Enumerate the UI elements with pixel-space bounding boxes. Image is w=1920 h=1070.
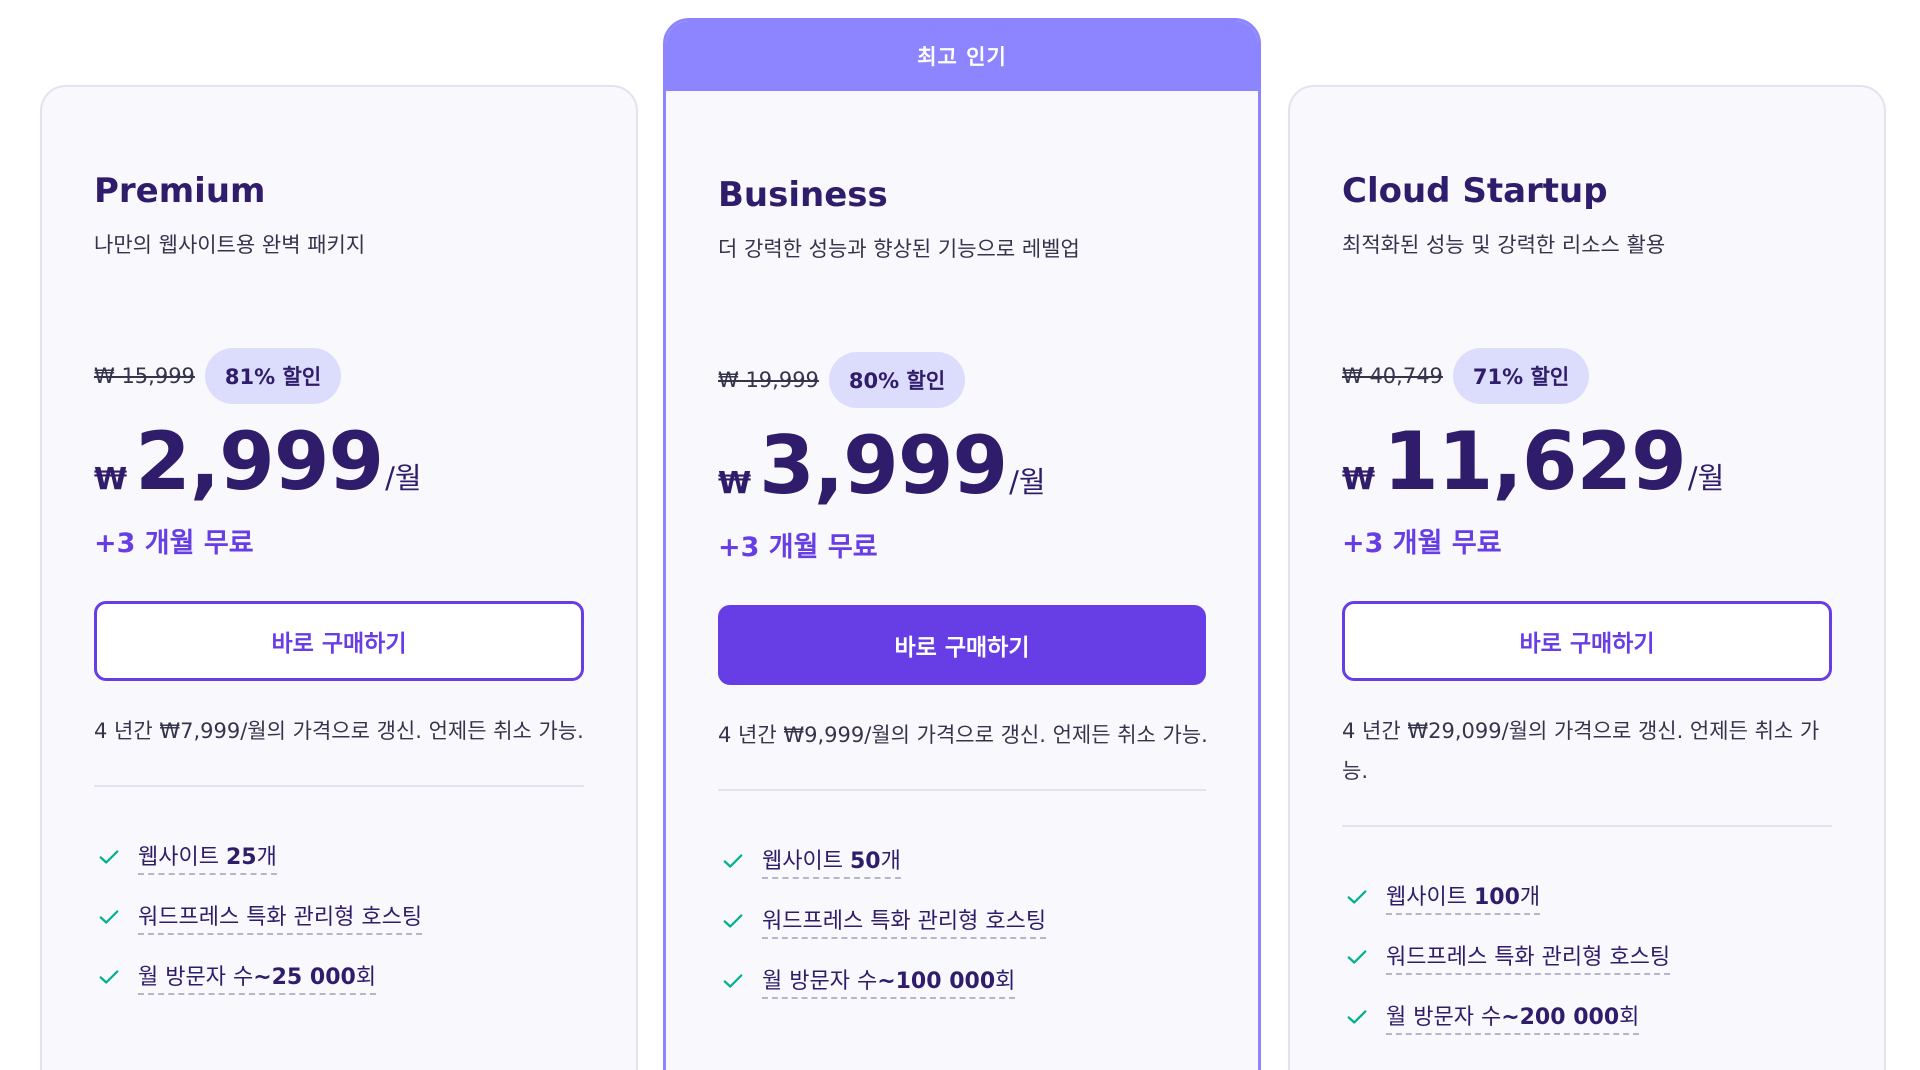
- feature-item: 월 방문자 수~100 000회: [718, 951, 1206, 1011]
- feature-text[interactable]: 월 방문자 수~100 000회: [762, 963, 1016, 999]
- feature-item: 웹사이트 25개: [94, 827, 584, 887]
- plan-description: 더 강력한 성능과 향상된 기능으로 레벨업: [718, 237, 1080, 261]
- feature-text[interactable]: 워드프레스 특화 관리형 호스팅: [1386, 939, 1671, 975]
- check-icon: [99, 970, 119, 984]
- price-row: ₩ 15,999 81% 할인: [94, 345, 584, 407]
- feature-text[interactable]: 월 방문자 수~200 000회: [1386, 999, 1640, 1035]
- plan-card-business: 최고 인기 Business 더 강력한 성능과 향상된 기능으로 레벨업 ₩ …: [663, 18, 1261, 1070]
- plan-name: Premium: [94, 171, 266, 211]
- check-icon: [99, 910, 119, 924]
- feature-item: 워드프레스 특화 관리형 호스팅: [1342, 927, 1832, 987]
- check-icon: [99, 850, 119, 864]
- feature-text[interactable]: 웹사이트 25개: [138, 839, 277, 875]
- discount-badge: 71% 할인: [1452, 348, 1590, 404]
- price-amount: 11,629: [1383, 415, 1687, 508]
- price-amount: 3,999: [759, 419, 1008, 512]
- renewal-note: 4 년간 ₩7,999/월의 가격으로 갱신. 언제든 취소 가능.: [94, 719, 584, 743]
- feature-item: 워드프레스 특화 관리형 호스팅: [94, 887, 584, 947]
- plan-card-premium: Premium 나만의 웹사이트용 완벽 패키지 ₩ 15,999 81% 할인…: [40, 85, 638, 1070]
- old-price: ₩ 19,999: [718, 368, 819, 392]
- old-price: ₩ 15,999: [94, 364, 195, 388]
- feature-text[interactable]: 워드프레스 특화 관리형 호스팅: [762, 903, 1047, 939]
- price-period: /월: [1009, 465, 1046, 499]
- feature-text[interactable]: 웹사이트 100개: [1386, 879, 1541, 915]
- feature-item: 워드프레스 특화 관리형 호스팅: [718, 891, 1206, 951]
- plan-card-cloud-startup: Cloud Startup 최적화된 성능 및 강력한 리소스 활용 ₩ 40,…: [1288, 85, 1886, 1070]
- feature-list: 웹사이트 100개 워드프레스 특화 관리형 호스팅 월 방문자 수~200 0…: [1342, 867, 1832, 1047]
- buy-button-business[interactable]: 바로 구매하기: [718, 605, 1206, 685]
- price: ₩ 11,629 /월: [1342, 417, 1832, 507]
- divider: [718, 789, 1206, 791]
- most-popular-badge: 최고 인기: [666, 21, 1258, 91]
- divider: [1342, 825, 1832, 827]
- currency-symbol: ₩: [94, 462, 128, 497]
- check-icon: [1347, 890, 1367, 904]
- pricing-plans: Premium 나만의 웹사이트용 완벽 패키지 ₩ 15,999 81% 할인…: [0, 0, 1920, 1070]
- buy-button-premium[interactable]: 바로 구매하기: [94, 601, 584, 681]
- price-amount: 2,999: [135, 415, 384, 508]
- feature-list: 웹사이트 25개 워드프레스 특화 관리형 호스팅 월 방문자 수~25 000…: [94, 827, 584, 1007]
- discount-badge: 80% 할인: [828, 352, 966, 408]
- divider: [94, 785, 584, 787]
- check-icon: [723, 854, 743, 868]
- feature-item: 월 방문자 수~200 000회: [1342, 987, 1832, 1047]
- buy-button-cloud-startup[interactable]: 바로 구매하기: [1342, 601, 1832, 681]
- bonus-months: +3 개월 무료: [718, 532, 878, 563]
- plan-name: Business: [718, 175, 888, 215]
- currency-symbol: ₩: [1342, 462, 1376, 497]
- price: ₩ 3,999 /월: [718, 421, 1206, 511]
- price-row: ₩ 40,749 71% 할인: [1342, 345, 1832, 407]
- check-icon: [723, 974, 743, 988]
- feature-text[interactable]: 월 방문자 수~25 000회: [138, 959, 377, 995]
- check-icon: [1347, 1010, 1367, 1024]
- feature-item: 웹사이트 50개: [718, 831, 1206, 891]
- price-row: ₩ 19,999 80% 할인: [718, 349, 1206, 411]
- currency-symbol: ₩: [718, 466, 752, 501]
- check-icon: [1347, 950, 1367, 964]
- plan-description: 최적화된 성능 및 강력한 리소스 활용: [1342, 233, 1666, 257]
- plan-description: 나만의 웹사이트용 완벽 패키지: [94, 233, 366, 257]
- price: ₩ 2,999 /월: [94, 417, 584, 507]
- renewal-note: 4 년간 ₩29,099/월의 가격으로 갱신. 언제든 취소 가능.: [1342, 719, 1820, 783]
- price-period: /월: [385, 461, 422, 495]
- bonus-months: +3 개월 무료: [1342, 528, 1502, 559]
- renewal-note: 4 년간 ₩9,999/월의 가격으로 갱신. 언제든 취소 가능.: [718, 723, 1208, 747]
- check-icon: [723, 914, 743, 928]
- feature-text[interactable]: 워드프레스 특화 관리형 호스팅: [138, 899, 423, 935]
- bonus-months: +3 개월 무료: [94, 528, 254, 559]
- feature-item: 월 방문자 수~25 000회: [94, 947, 584, 1007]
- plan-name: Cloud Startup: [1342, 171, 1608, 211]
- price-period: /월: [1687, 461, 1725, 495]
- feature-item: 웹사이트 100개: [1342, 867, 1832, 927]
- discount-badge: 81% 할인: [204, 348, 342, 404]
- old-price: ₩ 40,749: [1342, 364, 1443, 388]
- feature-list: 웹사이트 50개 워드프레스 특화 관리형 호스팅 월 방문자 수~100 00…: [718, 831, 1206, 1011]
- feature-text[interactable]: 웹사이트 50개: [762, 843, 901, 879]
